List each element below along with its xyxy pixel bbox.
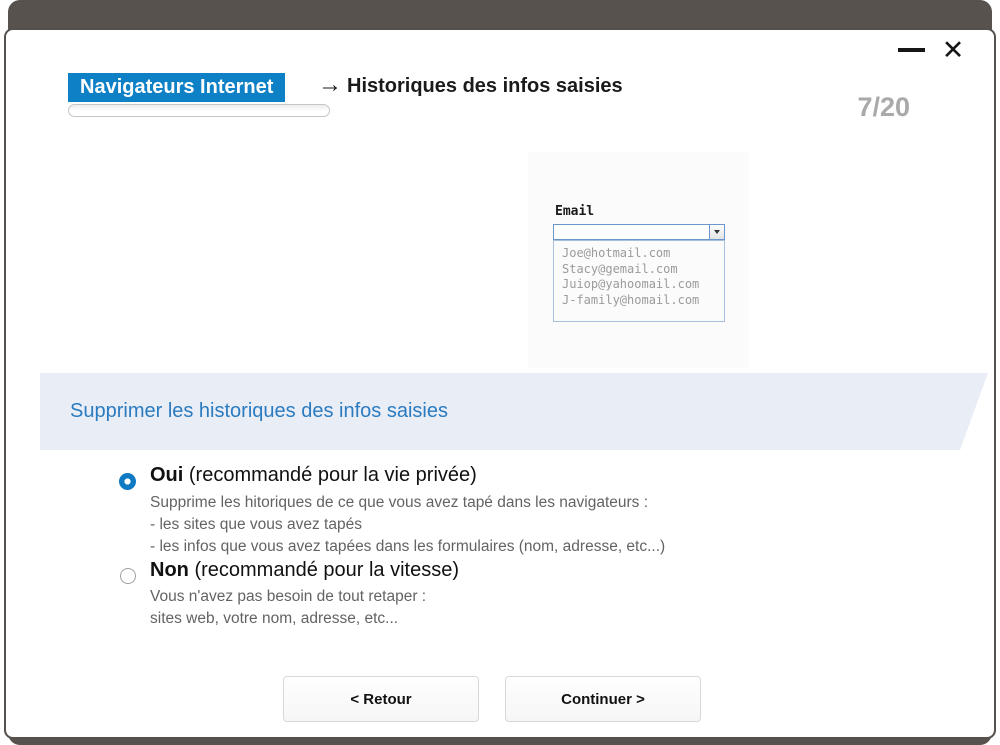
email-field-label: Email bbox=[555, 204, 594, 219]
minimize-button[interactable] bbox=[892, 38, 930, 62]
radio-non[interactable] bbox=[120, 568, 136, 584]
list-item: Stacy@gemail.com bbox=[562, 262, 724, 278]
progress-bar bbox=[68, 104, 330, 117]
page-title: Historiques des infos saisies bbox=[347, 75, 623, 98]
option-oui-desc-3: - les infos que vous avez tapées dans le… bbox=[150, 536, 665, 558]
option-oui-rest: (recommandé pour la vie privée) bbox=[183, 464, 476, 486]
option-oui-desc-2: - les sites que vous avez tapés bbox=[150, 514, 362, 536]
section-banner: Supprimer les historiques des infos sais… bbox=[40, 373, 988, 450]
option-oui-label[interactable]: Oui (recommandé pour la vie privée) bbox=[150, 464, 477, 487]
category-badge: Navigateurs Internet bbox=[68, 73, 285, 102]
option-non-desc-2: sites web, votre nom, adresse, etc... bbox=[150, 608, 398, 630]
back-button[interactable]: < Retour bbox=[283, 676, 479, 722]
email-history-illustration: Email Joe@hotmail.com Stacy@gemail.com J… bbox=[528, 152, 749, 368]
option-oui-desc-1: Supprime les hitoriques de ce que vous a… bbox=[150, 492, 648, 514]
list-item: J-family@homail.com bbox=[562, 293, 724, 309]
option-oui-bold: Oui bbox=[150, 464, 183, 486]
arrow-right-icon: → bbox=[318, 71, 342, 99]
close-button[interactable]: ✕ bbox=[934, 32, 972, 68]
section-banner-text: Supprimer les historiques des infos sais… bbox=[70, 400, 448, 423]
caret-down-icon bbox=[714, 230, 720, 234]
option-non-desc-1: Vous n'avez pas besoin de tout retaper : bbox=[150, 586, 426, 608]
list-item: Joe@hotmail.com bbox=[562, 246, 724, 262]
step-counter: 7/20 bbox=[857, 92, 910, 123]
option-non-label[interactable]: Non (recommandé pour la vitesse) bbox=[150, 559, 459, 582]
continue-button[interactable]: Continuer > bbox=[505, 676, 701, 722]
radio-oui[interactable] bbox=[119, 473, 136, 490]
minimize-icon bbox=[898, 48, 925, 52]
app-window: ✕ Navigateurs Internet → Historiques des… bbox=[0, 0, 1000, 745]
email-suggestion-list: Joe@hotmail.com Stacy@gemail.com Juiop@y… bbox=[553, 240, 725, 322]
dropdown-button bbox=[709, 225, 724, 239]
email-combobox bbox=[553, 224, 725, 240]
close-icon: ✕ bbox=[942, 35, 965, 66]
content-panel: ✕ Navigateurs Internet → Historiques des… bbox=[4, 28, 996, 739]
option-non-bold: Non bbox=[150, 559, 189, 581]
email-input bbox=[554, 225, 709, 239]
list-item: Juiop@yahoomail.com bbox=[562, 277, 724, 293]
option-non-rest: (recommandé pour la vitesse) bbox=[189, 559, 459, 581]
